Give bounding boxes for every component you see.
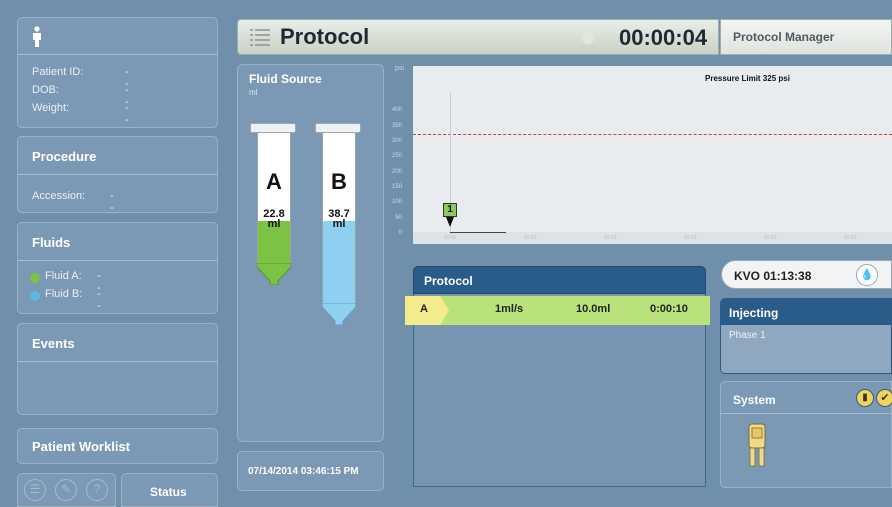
injecting-title: Injecting (729, 306, 779, 320)
fluid-b-label: Fluid B: (45, 288, 83, 300)
phase-rate[interactable]: 1ml/s (495, 303, 523, 315)
system-title: System (733, 393, 776, 407)
y-tick-label: 400 (391, 107, 402, 114)
status-button[interactable]: Status (121, 473, 218, 507)
fluid-source-title: Fluid Source (249, 72, 322, 86)
injector-device-icon (748, 423, 766, 467)
help-icon[interactable]: ? (86, 479, 108, 501)
protocol-manager-label: Protocol Manager (733, 30, 835, 44)
syringe-a-unit: ml (267, 218, 281, 230)
injecting-card: Injecting Phase 1 (720, 298, 892, 374)
fluid-b-value: -- (97, 288, 101, 312)
syringe-b[interactable]: B 38.7 ml (315, 123, 365, 353)
patient-id-label: Patient ID: (32, 66, 84, 78)
x-tick-label: 00:00 (443, 235, 457, 241)
fluid-a-label: Fluid A: (45, 270, 82, 282)
syringe-b-unit: ml (332, 218, 346, 230)
injector-status-icon: ▮ (856, 389, 874, 407)
y-tick-label: 50 (395, 214, 402, 221)
drop-icon[interactable]: 💧 (856, 264, 878, 286)
header-bar: Protocol 00:00:04 (237, 19, 719, 55)
events-panel[interactable]: Events (17, 323, 218, 415)
datetime-text: 07/14/2014 03:46:15 PM (248, 466, 359, 477)
x-tick-label: 00:05 (523, 235, 537, 241)
status-indicator-dot (582, 32, 594, 44)
pressure-limit-label: Pressure Limit 325 psi (705, 74, 790, 83)
x-tick-label: 00:10 (603, 235, 617, 241)
pressure-trace (450, 232, 506, 233)
chart-y-unit: psi (395, 65, 404, 72)
injecting-phase: Phase 1 (729, 330, 766, 341)
dob-label: DOB: (32, 84, 59, 96)
phase-label: A (420, 303, 428, 315)
wrench-icon[interactable]: ✎ (55, 479, 77, 501)
status-label: Status (150, 485, 187, 499)
fluid-source-unit: ml (249, 88, 258, 97)
patient-worklist-label: Patient Worklist (32, 439, 131, 454)
elapsed-timer: 00:00:04 (619, 25, 708, 50)
x-tick-label: 00:20 (763, 235, 777, 241)
procedure-title: Procedure (32, 149, 97, 164)
weight-label: Weight: (32, 102, 70, 114)
pressure-chart: Pressure Limit 325 psi 1 (413, 66, 892, 244)
protocol-table-title: Protocol (424, 274, 473, 288)
person-icon (31, 26, 43, 53)
y-tick-label: 250 (391, 153, 402, 160)
fluids-title: Fluids (32, 235, 71, 250)
y-tick-label: 0 (398, 230, 402, 236)
kvo-label: KVO 01:13:38 (734, 269, 812, 283)
y-tick-label: 350 (391, 122, 402, 129)
y-tick-label: 200 (391, 168, 402, 175)
fluid-a-dot (30, 273, 40, 283)
y-tick-label: 300 (391, 138, 402, 144)
syringe-a[interactable]: A 22.8 ml (250, 123, 300, 353)
list-icon[interactable]: ☰ (24, 479, 46, 501)
phase-volume[interactable]: 10.0ml (576, 303, 610, 315)
syringe-b-letter: B (331, 169, 347, 194)
system-card[interactable]: System ▮ ✔ (720, 381, 892, 488)
bottom-icon-bar: ☰ ✎ ? (17, 473, 116, 507)
x-tick-label: 00:15 (683, 235, 697, 241)
accession-label: Accession: (32, 190, 86, 202)
menu-list-icon[interactable] (250, 28, 270, 51)
kvo-pill[interactable]: KVO 01:13:38 💧 (721, 260, 892, 289)
page-title: Protocol (280, 24, 370, 49)
events-title: Events (32, 336, 75, 351)
x-tick-label: 00:25 (843, 235, 857, 241)
protocol-table-header: Protocol (413, 266, 706, 294)
syringe-a-letter: A (266, 169, 282, 194)
weight-value: -- (125, 102, 129, 126)
procedure-panel[interactable]: Procedure Accession: -- (17, 136, 218, 214)
protocol-manager-button[interactable]: Protocol Manager (720, 19, 892, 55)
datetime-panel: 07/14/2014 03:46:15 PM (237, 451, 384, 491)
check-icon: ✔ (876, 389, 892, 407)
phase-duration[interactable]: 0:00:10 (650, 303, 688, 315)
fluid-b-dot (30, 291, 40, 301)
patient-worklist-button[interactable]: Patient Worklist (17, 428, 218, 464)
patient-panel[interactable]: Patient ID: -- DOB: -- Weight: -- (17, 17, 218, 128)
accession-value: -- (110, 190, 114, 214)
fluid-source-panel: Fluid Source ml A 22.8 ml B 38.7 ml (237, 64, 384, 442)
pressure-limit-line (413, 134, 892, 136)
phase-marker-pointer (446, 217, 454, 227)
phase-marker: 1 (443, 203, 457, 217)
y-tick-label: 100 (391, 199, 402, 206)
y-tick-label: 150 (391, 184, 402, 190)
phase-marker-label: 1 (447, 204, 453, 215)
fluids-panel[interactable]: Fluids Fluid A: -- Fluid B: -- (17, 222, 218, 314)
